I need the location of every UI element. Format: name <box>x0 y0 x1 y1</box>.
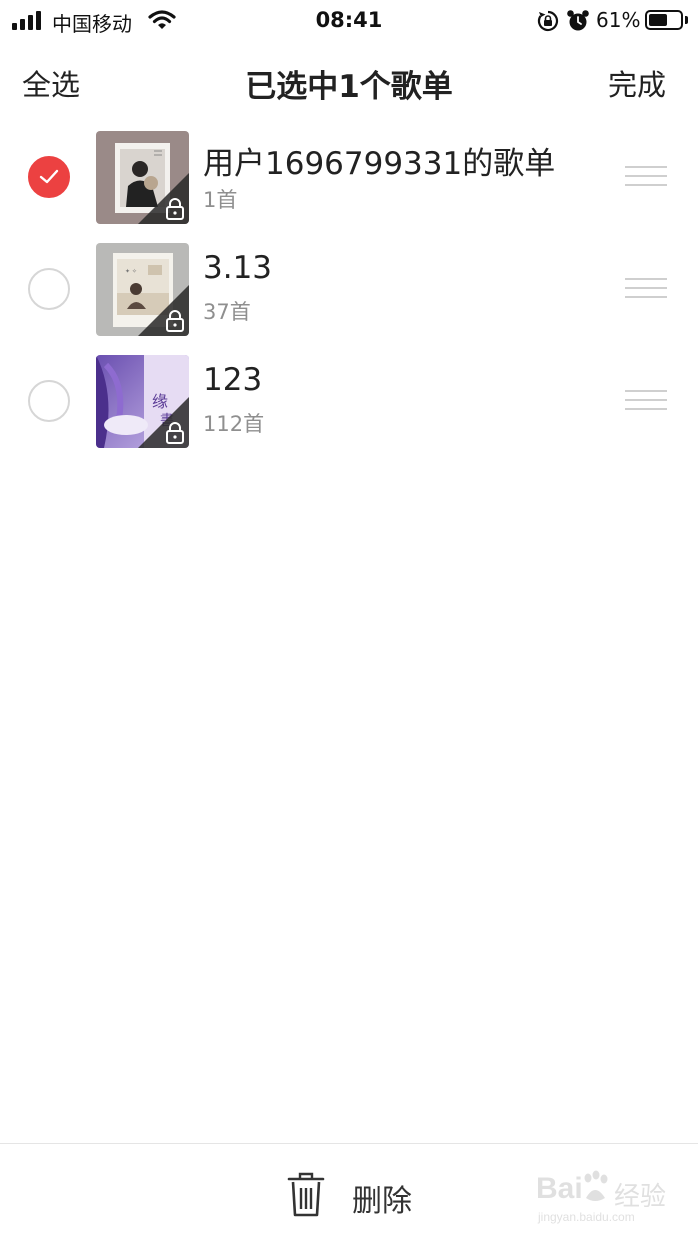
watermark-brand: 经验 <box>614 1182 667 1212</box>
drag-handle-icon[interactable] <box>625 166 667 188</box>
status-bar: 中国移动 08:41 61% <box>0 0 698 44</box>
battery-percentage: 61% <box>596 8 641 32</box>
playlist-title: 123 <box>203 362 263 398</box>
done-button[interactable]: 完成 <box>608 62 666 104</box>
paw-icon <box>584 1170 608 1201</box>
checkbox[interactable] <box>28 380 70 422</box>
checkbox[interactable] <box>28 268 70 310</box>
checkmark-icon <box>39 169 59 184</box>
checkbox[interactable] <box>28 156 70 198</box>
delete-button[interactable]: 删除 <box>286 1170 426 1220</box>
lock-icon <box>166 198 184 220</box>
playlist-title: 用户1696799331的歌单 <box>203 146 556 182</box>
playlist-count: 112首 <box>203 412 265 436</box>
lock-icon <box>166 422 184 444</box>
playlist-count: 1首 <box>203 188 238 212</box>
list-item[interactable]: ✦ ✧ 3.13 37首 <box>0 240 698 352</box>
playlist-cover: 缘 書 <box>96 355 189 448</box>
battery-tip <box>685 16 688 24</box>
playlist-count: 37首 <box>203 300 251 324</box>
playlist-title: 3.13 <box>203 250 273 286</box>
battery-icon <box>645 10 683 30</box>
trash-icon <box>287 1172 325 1217</box>
baidu-jingyan-watermark: Bai 经验 jingyan.baidu.com <box>530 1168 690 1228</box>
alarm-icon <box>567 10 589 31</box>
drag-handle-icon[interactable] <box>625 390 667 412</box>
list-item[interactable]: 用户1696799331的歌单 1首 <box>0 128 698 240</box>
drag-handle-icon[interactable] <box>625 278 667 300</box>
page-title: 已选中1个歌单 <box>245 69 453 105</box>
list-item[interactable]: 缘 書 123 112首 <box>0 352 698 464</box>
watermark-url: jingyan.baidu.com <box>538 1210 635 1224</box>
delete-label: 删除 <box>352 1184 412 1219</box>
playlist-cover <box>96 131 189 224</box>
rotation-lock-icon <box>537 10 559 32</box>
header: 全选 已选中1个歌单 完成 <box>0 44 698 118</box>
lock-icon <box>166 310 184 332</box>
status-time: 08:41 <box>315 8 383 32</box>
watermark-logo: Bai <box>536 1172 583 1205</box>
playlist-cover: ✦ ✧ <box>96 243 189 336</box>
